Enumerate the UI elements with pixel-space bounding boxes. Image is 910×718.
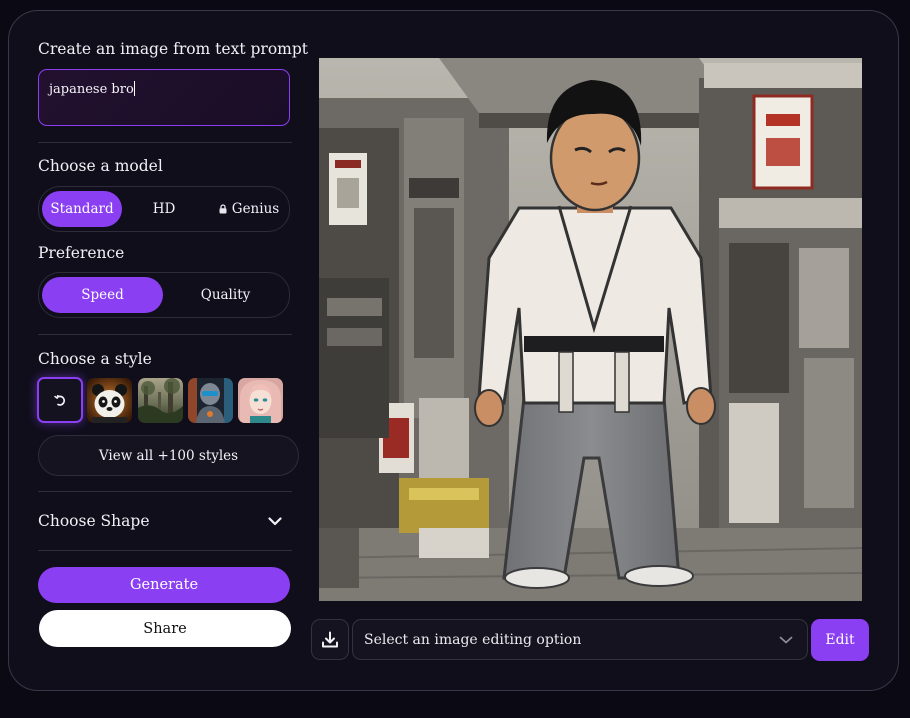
style-thumb-forest[interactable] <box>138 378 183 423</box>
preference-speed-button[interactable]: Speed <box>42 277 163 313</box>
style-thumb-robot[interactable] <box>188 378 233 423</box>
divider <box>38 550 292 551</box>
generate-button[interactable]: Generate <box>38 567 290 603</box>
style-thumb-portrait[interactable] <box>238 378 283 423</box>
preference-heading: Preference <box>38 244 125 262</box>
panda-image <box>87 378 132 423</box>
prompt-value: japanese bro <box>49 82 134 97</box>
editing-option-select[interactable]: Select an image editing option <box>352 619 808 660</box>
model-selector: Standard HD Genius <box>38 186 290 232</box>
divider <box>38 491 292 492</box>
text-caret <box>133 81 135 96</box>
style-heading: Choose a style <box>38 350 152 368</box>
download-icon <box>322 631 338 647</box>
forest-image <box>138 378 183 423</box>
model-hd-button[interactable]: HD <box>125 191 203 227</box>
style-thumb-none[interactable] <box>37 377 83 423</box>
view-all-styles-button[interactable]: View all +100 styles <box>38 435 299 476</box>
lock-icon <box>219 204 227 214</box>
model-standard-button[interactable]: Standard <box>42 191 122 227</box>
divider <box>38 142 292 143</box>
robot-image <box>188 378 233 423</box>
model-heading: Choose a model <box>38 157 163 175</box>
choose-shape-toggle[interactable]: Choose Shape <box>38 507 290 535</box>
no-style-icon <box>54 394 66 406</box>
prompt-input[interactable]: japanese bro <box>38 69 290 126</box>
prompt-heading: Create an image from text prompt <box>38 40 308 58</box>
chevron-down-icon <box>268 516 282 525</box>
editing-option-placeholder: Select an image editing option <box>364 631 582 648</box>
generated-image-illustration <box>319 58 862 601</box>
model-genius-button[interactable]: Genius <box>211 191 287 227</box>
model-genius-label: Genius <box>231 201 280 217</box>
download-button[interactable] <box>311 619 349 660</box>
preference-quality-button[interactable]: Quality <box>165 277 286 313</box>
preference-selector: Speed Quality <box>38 272 290 318</box>
chevron-down-icon <box>779 636 793 644</box>
style-thumb-panda[interactable] <box>87 378 132 423</box>
generated-image <box>319 58 862 601</box>
divider <box>38 334 292 335</box>
share-button[interactable]: Share <box>39 610 291 647</box>
edit-button[interactable]: Edit <box>811 619 869 661</box>
shape-heading: Choose Shape <box>38 512 150 530</box>
portrait-image <box>238 378 283 423</box>
